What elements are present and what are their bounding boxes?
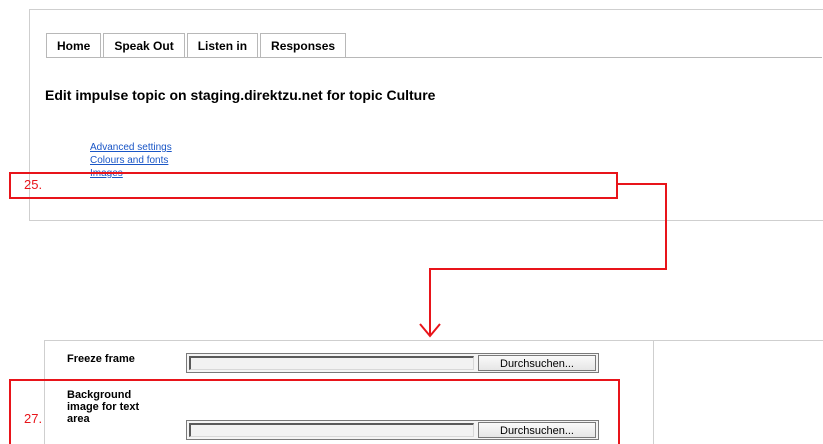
screenshot-canvas: Home Speak Out Listen in Responses Edit … [0, 0, 823, 444]
tab-bar-underline [46, 57, 822, 58]
tab-listen-in[interactable]: Listen in [186, 33, 259, 57]
background-image-browse-button[interactable]: Durchsuchen... [478, 422, 596, 438]
background-image-label: Background image for text area [67, 389, 140, 425]
freeze-frame-file-field[interactable]: Durchsuchen... [186, 353, 599, 373]
background-image-path-input[interactable] [189, 423, 474, 437]
freeze-frame-browse-button[interactable]: Durchsuchen... [478, 355, 596, 371]
panel-divider [654, 340, 823, 341]
page-title: Edit impulse topic on staging.direktzu.n… [45, 87, 436, 103]
tab-home[interactable]: Home [46, 33, 102, 57]
tab-bar: Home Speak Out Listen in Responses [46, 33, 348, 59]
tab-speak-out[interactable]: Speak Out [103, 33, 185, 57]
step-25-label: 25. [24, 177, 43, 192]
step-27-label: 27. [24, 411, 43, 426]
colours-and-fonts-link[interactable]: Colours and fonts [90, 154, 172, 167]
highlight-step-25 [9, 172, 618, 199]
tab-responses[interactable]: Responses [260, 33, 347, 57]
background-image-file-field[interactable]: Durchsuchen... [186, 420, 599, 440]
freeze-frame-path-input[interactable] [189, 356, 474, 370]
advanced-settings-link[interactable]: Advanced settings [90, 141, 172, 154]
freeze-frame-label: Freeze frame [67, 353, 135, 365]
